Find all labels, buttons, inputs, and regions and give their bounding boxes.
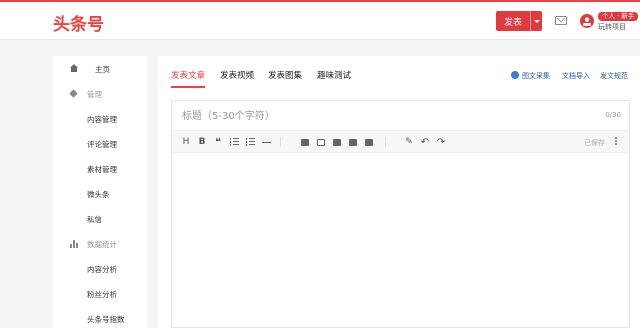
bold-icon[interactable]: B — [196, 136, 208, 148]
horizontal-rule-icon[interactable] — [260, 136, 272, 148]
sidebar-group-label: 数据统计 — [87, 239, 117, 249]
image-collect-link[interactable]: 图文采集 — [522, 71, 550, 81]
doc-import-link[interactable]: 文档导入 — [562, 71, 590, 81]
sidebar-item-label: 内容管理 — [87, 114, 117, 124]
top-bar: 头条号 发表 个人 · 新手 玩转项目 — [0, 0, 640, 40]
sidebar-item-material-manage[interactable]: 素材管理 — [53, 157, 147, 181]
sidebar-item-fans-analysis[interactable]: 粉丝分析 — [53, 282, 147, 306]
quote-icon[interactable]: ❝ — [212, 136, 224, 148]
heading-icon[interactable]: H — [180, 136, 192, 148]
active-tab-indicator — [171, 86, 205, 88]
save-status: 已保存 — [584, 139, 605, 147]
cube-icon — [69, 89, 79, 99]
editor-body[interactable] — [172, 153, 629, 327]
sidebar-item-messages[interactable]: 私信 — [53, 207, 147, 231]
title-input[interactable] — [182, 108, 562, 124]
sidebar-group-manage[interactable]: 管理 — [53, 82, 147, 106]
sidebar-item-toutiao-index[interactable]: 头条号指数 — [53, 307, 147, 328]
guidelines-link[interactable]: 发文规范 — [600, 71, 628, 81]
document-icon[interactable] — [315, 136, 327, 148]
tab-publish-video[interactable]: 发表视频 — [220, 69, 254, 81]
image-icon[interactable] — [299, 136, 311, 148]
sidebar-item-home[interactable]: 主页 — [53, 57, 147, 81]
image-collect-icon[interactable] — [511, 71, 519, 79]
gallery-icon[interactable] — [363, 136, 375, 148]
home-icon — [69, 64, 79, 74]
redo-icon[interactable]: ↷ — [435, 136, 447, 148]
toutiao-logo[interactable]: 头条号 — [53, 10, 104, 35]
toolbar-divider — [385, 137, 386, 147]
sidebar-item-label: 头条号指数 — [87, 314, 125, 324]
clear-format-icon[interactable]: ✎ — [403, 136, 415, 148]
mail-icon[interactable] — [555, 16, 567, 25]
sidebar-group-statistics[interactable]: 数据统计 — [53, 232, 147, 256]
sidebar-item-label: 粉丝分析 — [87, 289, 117, 299]
sidebar-item-label: 素材管理 — [87, 164, 117, 174]
avatar[interactable] — [580, 14, 594, 28]
main-panel: 发表文章 发表视频 发表图集 趣味测试 图文采集 文档导入 发文规范 0/30 … — [158, 56, 640, 328]
sidebar-item-comment-manage[interactable]: 评论管理 — [53, 132, 147, 156]
publish-button[interactable]: 发表 — [496, 11, 542, 31]
sidebar-item-content-analysis[interactable]: 内容分析 — [53, 257, 147, 281]
toolbar-divider — [280, 137, 281, 147]
editor-toolbar: H B ❝ ✎ ↶ ↷ 已保存 — [172, 131, 629, 153]
article-editor: 0/30 H B ❝ ✎ ↶ ↷ 已保存 — [171, 100, 630, 328]
account-level-badge: 个人 · 新手 — [598, 12, 639, 21]
numbered-list-icon[interactable] — [244, 136, 256, 148]
title-char-counter: 0/30 — [605, 111, 621, 119]
publish-button-label[interactable]: 发表 — [496, 15, 530, 28]
sidebar: 主页 管理 内容管理 评论管理 素材管理 微头条 私信 数据统计 内容分析 粉丝… — [53, 56, 147, 328]
undo-icon[interactable]: ↶ — [419, 136, 431, 148]
sidebar-item-label: 评论管理 — [87, 139, 117, 149]
publish-tabs: 发表文章 发表视频 发表图集 趣味测试 图文采集 文档导入 发文规范 — [158, 56, 640, 90]
more-options-icon[interactable] — [614, 137, 618, 147]
bulleted-list-icon[interactable] — [228, 136, 240, 148]
sidebar-item-label: 私信 — [87, 214, 102, 224]
tab-fun-quiz[interactable]: 趣味测试 — [317, 69, 351, 81]
sidebar-item-micro-headline[interactable]: 微头条 — [53, 182, 147, 206]
video-icon[interactable] — [331, 136, 343, 148]
title-row: 0/30 — [172, 101, 629, 131]
username[interactable]: 玩转项目 — [598, 22, 626, 32]
tab-publish-article[interactable]: 发表文章 — [171, 69, 205, 81]
sidebar-item-label: 主页 — [95, 64, 110, 74]
sidebar-item-label: 内容分析 — [87, 264, 117, 274]
sidebar-item-content-manage[interactable]: 内容管理 — [53, 107, 147, 131]
audio-icon[interactable] — [347, 136, 359, 148]
tab-publish-gallery[interactable]: 发表图集 — [268, 69, 302, 81]
sidebar-item-label: 微头条 — [87, 189, 110, 199]
sidebar-group-label: 管理 — [87, 89, 102, 99]
bar-chart-icon — [69, 239, 79, 249]
chevron-down-icon[interactable] — [530, 11, 542, 31]
